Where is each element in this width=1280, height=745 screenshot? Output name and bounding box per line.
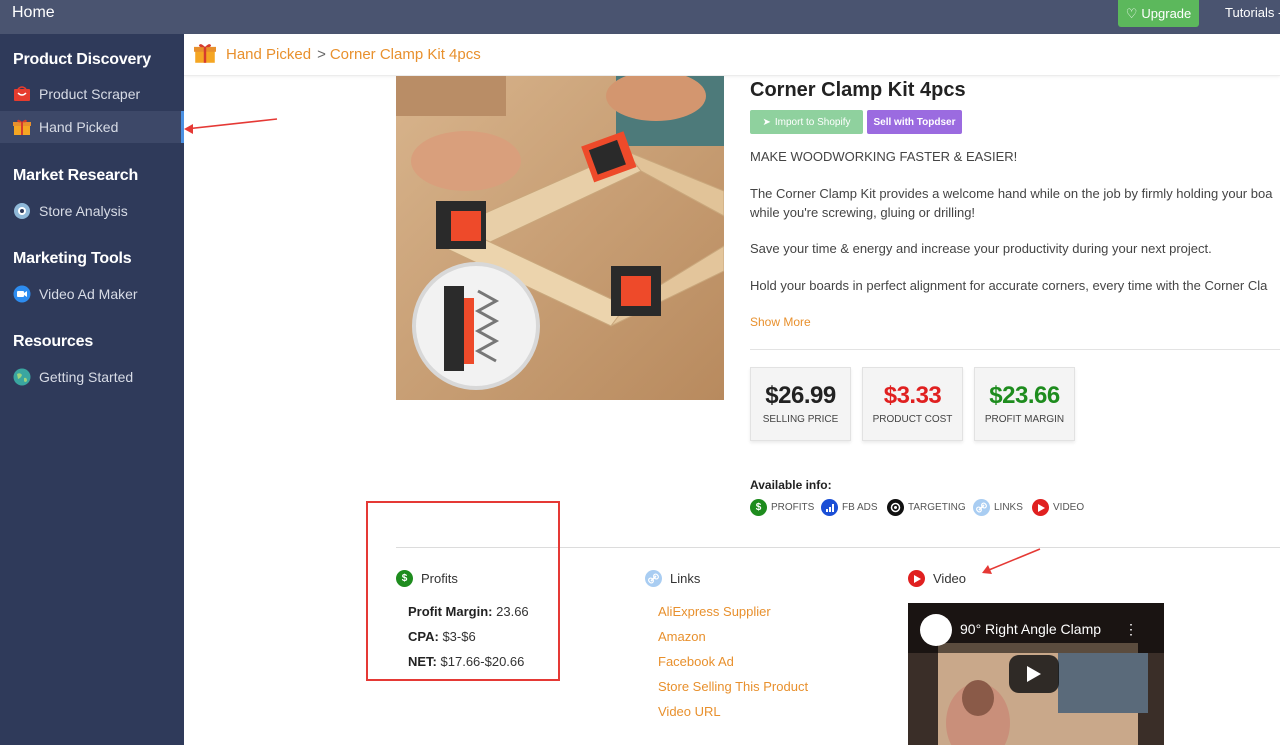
product-cost-card: $3.33 PRODUCT COST [862,367,963,441]
sidebar-item-label: Hand Picked [39,119,119,135]
video-player-title: 90° Right Angle Clamp [960,621,1102,637]
product-cost-label: PRODUCT COST [872,414,953,425]
product-image [396,76,724,400]
video-player[interactable]: 90° Right Angle Clamp ⋮ [908,603,1164,745]
description-line: while you're screwing, gluing or drillin… [750,205,976,220]
home-link[interactable]: Home [12,4,55,22]
globe-icon [13,368,31,386]
sidebar-section-product-discovery: Product Discovery [13,51,151,68]
available-info-label: FB ADS [842,502,878,513]
description-line: Save your time & energy and increase you… [750,241,1212,256]
dollar-icon: $ [750,499,767,516]
play-icon [1027,666,1041,682]
store-selling-link[interactable]: Store Selling This Product [658,679,808,694]
divider [750,349,1280,350]
cart-icon [13,85,31,103]
aliexpress-supplier-link[interactable]: AliExpress Supplier [658,604,771,619]
available-info-label: PROFITS [771,502,815,513]
sidebar: Product Discovery Product Scraper Hand P… [0,34,184,745]
available-info-fb-ads[interactable]: FB ADS [821,499,878,516]
sidebar-item-store-analysis[interactable]: Store Analysis [0,195,184,227]
available-info-profits[interactable]: $ PROFITS [750,499,814,516]
sidebar-item-getting-started[interactable]: Getting Started [0,361,184,393]
sidebar-item-label: Getting Started [39,369,134,385]
available-info-title: Available info: [750,478,832,492]
breadcrumb-separator: > [317,46,326,63]
profit-margin-label: PROFIT MARGIN [984,414,1065,425]
sidebar-section-marketing-tools: Marketing Tools [13,250,132,267]
heart-icon: ♡ [1125,5,1138,21]
show-more-link[interactable]: Show More [750,315,811,329]
sidebar-item-product-scraper[interactable]: Product Scraper [0,78,184,110]
play-button[interactable] [1009,655,1059,693]
send-icon: ➤ [762,116,771,128]
import-button-label: Import to Shopify [774,116,851,128]
tutorials-menu[interactable]: Tutorials - [1225,5,1280,20]
eye-icon [13,202,31,220]
gift-icon [13,118,31,136]
available-info-label: LINKS [994,502,1023,513]
breadcrumb-current: Corner Clamp Kit 4pcs [329,46,481,63]
sidebar-item-label: Store Analysis [39,203,128,219]
video-camera-icon [13,285,31,303]
sidebar-item-video-ad-maker[interactable]: Video Ad Maker [0,278,184,310]
breadcrumb-parent-link[interactable]: Hand Picked [226,46,311,63]
play-icon [908,570,925,587]
amazon-link[interactable]: Amazon [658,629,706,644]
video-url-link[interactable]: Video URL [658,704,721,719]
channel-avatar[interactable] [920,614,952,646]
upgrade-label: Upgrade [1141,6,1192,21]
available-info-video[interactable]: VIDEO [1032,499,1084,516]
links-title: Links [670,571,701,586]
video-title: Video [933,571,967,586]
available-info-label: TARGETING [908,502,966,513]
product-cost-value: $3.33 [883,382,942,409]
links-section-header: Links [645,570,700,587]
selling-price-value: $26.99 [765,382,836,409]
available-info-targeting[interactable]: TARGETING [887,499,966,516]
description-line: Hold your boards in perfect alignment fo… [750,278,1268,293]
profit-margin-value: $23.66 [989,382,1060,409]
import-to-shopify-button[interactable]: ➤ Import to Shopify [750,110,863,134]
more-vertical-icon[interactable]: ⋮ [1124,621,1138,638]
sidebar-item-hand-picked[interactable]: Hand Picked [0,111,184,143]
selling-price-card: $26.99 SELLING PRICE [750,367,851,441]
sidebar-item-label: Product Scraper [39,86,141,102]
upgrade-button[interactable]: ♡ Upgrade [1118,0,1199,27]
description-line: MAKE WOODWORKING FASTER & EASIER! [750,149,1018,164]
target-icon [887,499,904,516]
description-line: The Corner Clamp Kit provides a welcome … [750,186,1273,201]
product-title: Corner Clamp Kit 4pcs [750,79,966,101]
video-section-header: Video [908,570,966,587]
available-info-label: VIDEO [1053,502,1085,513]
top-bar: Home ♡ Upgrade Tutorials - [0,0,1280,34]
available-info-links[interactable]: LINKS [973,499,1023,516]
sidebar-section-market-research: Market Research [13,167,139,184]
link-icon [973,499,990,516]
profit-margin-card: $23.66 PROFIT MARGIN [974,367,1075,441]
gift-icon [194,42,216,68]
selling-price-label: SELLING PRICE [762,414,839,425]
link-icon [645,570,662,587]
facebook-ad-link[interactable]: Facebook Ad [658,654,734,669]
bar-chart-icon [821,499,838,516]
play-icon [1032,499,1049,516]
breadcrumb: Hand Picked > Corner Clamp Kit 4pcs [184,34,1280,76]
sell-with-topdser-button[interactable]: Sell with Topdser [867,110,962,134]
sidebar-section-resources: Resources [13,333,94,350]
sidebar-item-label: Video Ad Maker [39,286,138,302]
highlight-box [366,501,560,681]
